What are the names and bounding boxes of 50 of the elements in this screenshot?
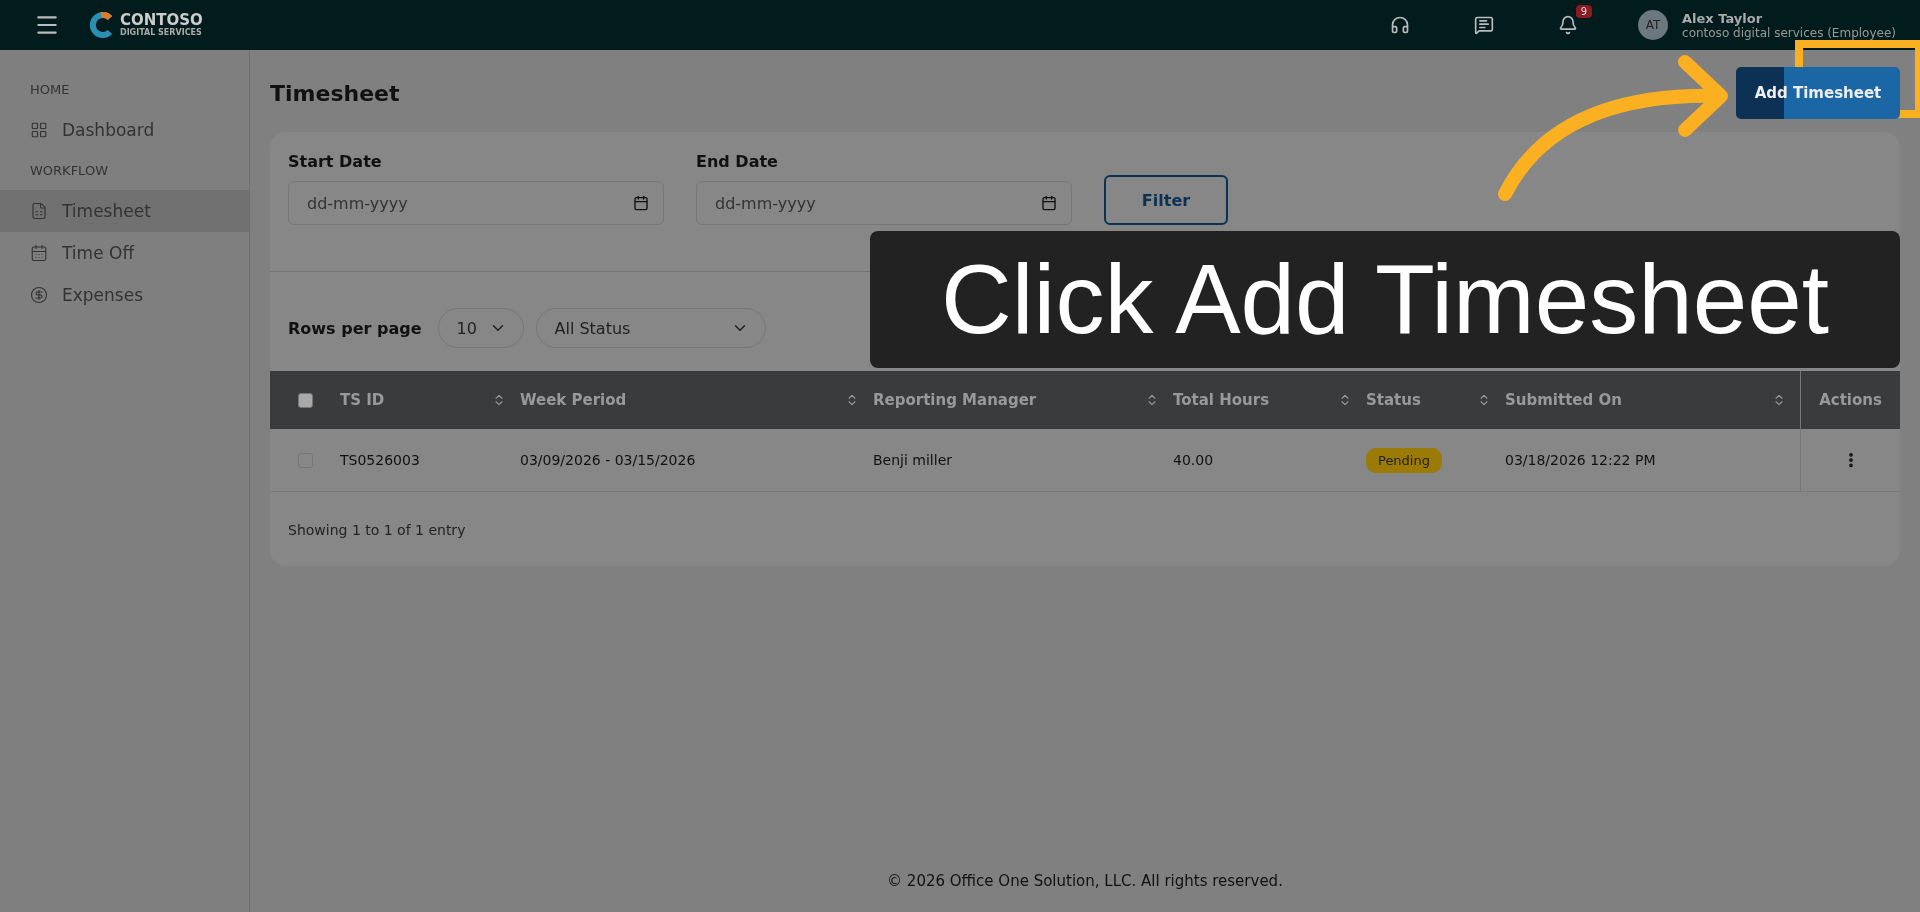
sidebar-item[interactable]: Time Off bbox=[0, 232, 249, 274]
field-label: Start Date bbox=[288, 152, 383, 171]
table-cell-text: Benji miller bbox=[873, 452, 953, 468]
rows-per-page-label: Rows per page bbox=[288, 318, 422, 338]
column-header: Total Hours bbox=[1173, 391, 1270, 409]
sidebar-item[interactable]: Expenses bbox=[0, 274, 249, 316]
notification-count: 9 bbox=[1575, 5, 1593, 18]
headset-icon[interactable] bbox=[1390, 15, 1411, 35]
column-header: TS ID bbox=[340, 391, 385, 409]
date-input[interactable]: dd-mm-yyyy bbox=[713, 192, 1041, 214]
filter-button[interactable]: Filter bbox=[1104, 175, 1228, 225]
column-header: Submitted On bbox=[1505, 391, 1622, 409]
logo-subtext: DIGITAL SERVICES bbox=[120, 28, 203, 37]
date-field[interactable]: dd-mm-yyyy bbox=[696, 181, 1072, 225]
logo-text: CONTOSO bbox=[120, 13, 203, 28]
message-icon[interactable] bbox=[1474, 15, 1495, 35]
entries-summary: Showing 1 to 1 of 1 entry bbox=[287, 521, 467, 540]
table-cell-text: 40.00 bbox=[1173, 452, 1215, 468]
copyright-text: © 2026 Office One Solution, LLC. All rights reserved. bbox=[886, 872, 1284, 892]
date-field[interactable]: dd-mm-yyyy bbox=[288, 181, 664, 225]
table-cell-text: 03/18/2026 12:22 PM bbox=[1505, 452, 1657, 468]
logo-icon bbox=[88, 12, 114, 38]
grid-icon bbox=[30, 121, 48, 139]
user-name: Alex Taylor bbox=[1682, 10, 1764, 26]
column-header: Status bbox=[1366, 391, 1421, 409]
dollar-icon bbox=[30, 286, 48, 304]
calendar-icon[interactable] bbox=[633, 195, 649, 211]
sidebar-heading: HOME bbox=[29, 81, 71, 99]
sidebar-item[interactable]: Dashboard bbox=[0, 109, 249, 151]
page-title: Timesheet bbox=[270, 80, 400, 106]
sort-icon[interactable] bbox=[1772, 393, 1786, 407]
user-avatar[interactable]: AT bbox=[1638, 10, 1669, 40]
spreadsheet-icon bbox=[30, 202, 48, 220]
select-all-checkbox[interactable] bbox=[297, 392, 313, 408]
column-header: Week Period bbox=[520, 391, 627, 409]
calendar-icon[interactable] bbox=[1041, 195, 1057, 211]
date-input[interactable]: dd-mm-yyyy bbox=[305, 192, 633, 214]
table-cell-text: TS0526003 bbox=[340, 452, 421, 468]
sidebar-item[interactable]: Timesheet bbox=[0, 190, 249, 232]
column-header: Actions bbox=[1819, 391, 1882, 409]
table-cell-text: 03/09/2026 - 03/15/2026 bbox=[520, 452, 697, 468]
calendar-icon bbox=[30, 244, 48, 262]
field-label: End Date bbox=[696, 152, 779, 171]
sidebar-heading: WORKFLOW bbox=[29, 162, 109, 180]
add-timesheet-button[interactable]: Add Timesheet bbox=[1736, 67, 1900, 119]
tutorial-callout: Click Add Timesheet bbox=[870, 231, 1900, 368]
user-organization: contoso digital services (Employee) bbox=[1682, 25, 1896, 40]
status-badge: Pending bbox=[1366, 447, 1442, 473]
bell-icon[interactable] bbox=[1558, 15, 1579, 35]
column-header: Reporting Manager bbox=[873, 391, 1037, 409]
